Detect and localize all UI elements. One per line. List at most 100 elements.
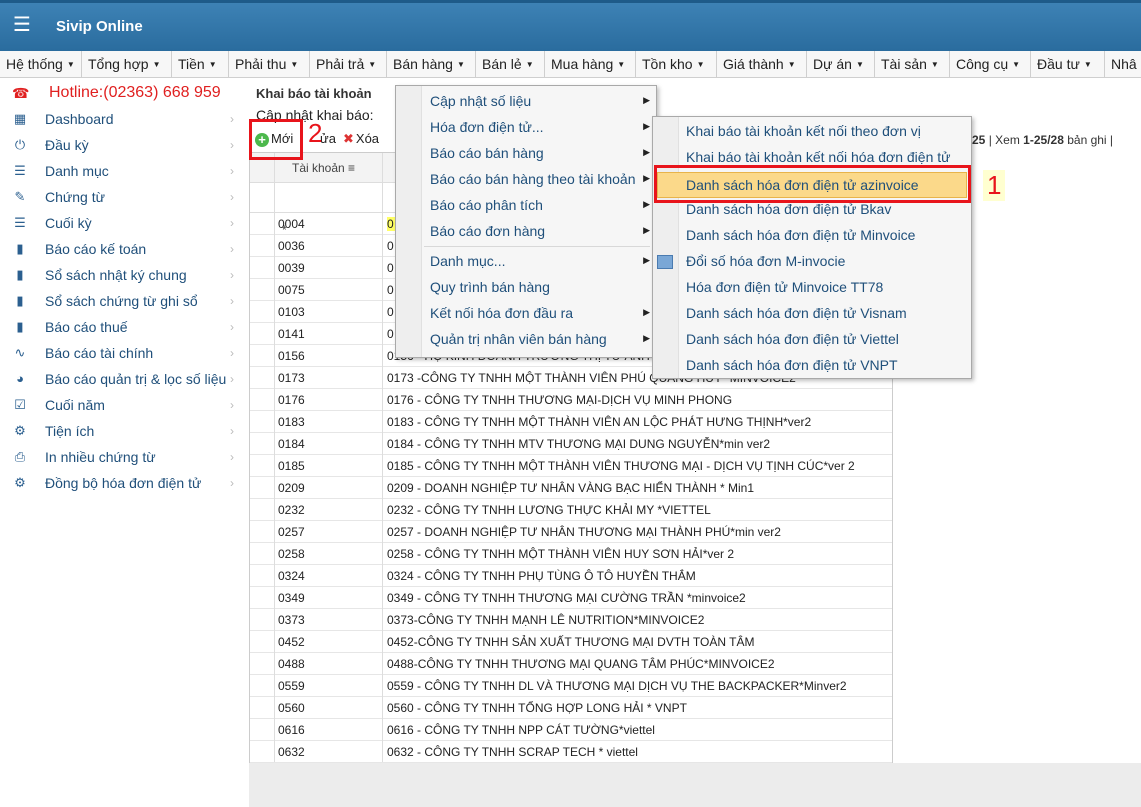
submenu-item-4[interactable]: Danh sách hóa đơn điện tử Minvoice [653,223,971,249]
table-row[interactable]: 0452 0452-CÔNG TY TNHH SẢN XUẤT THƯƠNG MẠ… [250,631,892,653]
content-background [249,763,1141,807]
submenu-arrow-icon: ▶ [643,95,650,105]
dropdown-item-3[interactable]: Báo cáo bán hàng theo tài khoản ▶ [396,167,656,193]
dropdown-item-2[interactable]: Báo cáo bán hàng ▶ [396,141,656,167]
sidebar-item-8[interactable]: ▮ Báo cáo thuế › [0,314,246,340]
dropdown-item-5[interactable]: Báo cáo đơn hàng ▶ [396,219,656,245]
bar-chart-icon: ▮ [16,241,24,256]
checkbox-icon: ☑ [14,397,26,412]
menu-11[interactable]: Tài sản ▼ [874,51,939,77]
chevron-right-icon: › [230,346,234,360]
dropdown-item-9[interactable]: Quản trị nhân viên bán hàng ▶ [396,327,656,353]
caret-down-icon: ▼ [208,60,217,69]
submenu-item-9[interactable]: Danh sách hóa đơn điện tử VNPT [653,353,971,379]
table-row[interactable]: 0324 0324 - CÔNG TY TNHH PHỤ TÙNG Ô TÔ HU… [250,565,892,587]
dropdown-item-6[interactable]: Danh mục... ▶ [396,249,656,275]
table-row[interactable]: 0632 0632 - CÔNG TY TNHH SCRAP TECH * vie… [250,741,892,763]
highlight-box-new [249,119,303,160]
sidebar-item-10[interactable]: ◕ Báo cáo quản trị & lọc số liệu › [0,366,246,392]
menu-0[interactable]: Hệ thống ▼ [0,51,75,77]
sidebar-item-7[interactable]: ▮ Sổ sách chứng từ ghi sổ › [0,288,246,314]
sidebar-item-14[interactable]: ⚙ Đồng bộ hóa đơn điện tử › [0,470,246,496]
table-row[interactable]: 0349 0349 - CÔNG TY TNHH THƯƠNG MẠI CƯỜNG… [250,587,892,609]
menu-2[interactable]: Tiền ▼ [171,51,217,77]
cell-account-code: 0184 [278,437,305,451]
table-row[interactable]: 0258 0258 - CÔNG TY TNHH MỘT THÀNH VIÊN H… [250,543,892,565]
table-row[interactable]: 0560 0560 - CÔNG TY TNHH TỔNG HỢP LONG HẢ… [250,697,892,719]
sidebar-item-6[interactable]: ▮ Sổ sách nhật ký chung › [0,262,246,288]
menu-3[interactable]: Phải thu ▼ [228,51,298,77]
submenu-item-6[interactable]: Hóa đơn điện tử Minvoice TT78 [653,275,971,301]
menu-10[interactable]: Dự án ▼ [806,51,864,77]
table-row[interactable]: 0176 0176 - CÔNG TY TNHH THƯƠNG MẠI-DỊCH … [250,389,892,411]
chevron-right-icon: › [230,216,234,230]
menu-6[interactable]: Bán lẻ ▼ [475,51,534,77]
submenu-item-0[interactable]: Khai báo tài khoản kết nối theo đơn vị [653,119,971,145]
chevron-right-icon: › [230,112,234,126]
menu-7[interactable]: Mua hàng ▼ [544,51,625,77]
annotation-1: 1 [983,170,1006,201]
table-row[interactable]: 0257 0257 - DOANH NGHIỆP TƯ NHÂN THƯƠNG M… [250,521,892,543]
dropdown-item-7[interactable]: Quy trình bán hàng [396,275,656,301]
sidebar-item-13[interactable]: ⎙ In nhiều chứng từ › [0,444,246,470]
sidebar-item-0[interactable]: ▦ Dashboard › [0,106,246,132]
table-row[interactable]: 0185 0185 - CÔNG TY TNHH MỘT THÀNH VIÊN T… [250,455,892,477]
pager-page-size[interactable]: 25 [972,133,985,147]
table-row[interactable]: 0488 0488-CÔNG TY TNHH THƯƠNG MẠI QUANG T… [250,653,892,675]
table-row[interactable]: 0616 0616 - CÔNG TY TNHH NPP CÁT TƯỜNG*vi… [250,719,892,741]
dropdown-item-label: Cập nhật số liệu [430,93,532,109]
delete-button[interactable]: ✖ Xóa [343,128,379,150]
hamburger-menu-icon[interactable]: ☰ [13,15,35,37]
table-row[interactable]: 0209 0209 - DOANH NGHIỆP TƯ NHÂN VÀNG BẠC… [250,477,892,499]
dropdown-item-1[interactable]: Hóa đơn điện tử... ▶ [396,115,656,141]
dropdown-item-0[interactable]: Cập nhật số liệu ▶ [396,89,656,115]
table-row[interactable]: 0183 0183 - CÔNG TY TNHH MỘT THÀNH VIÊN A… [250,411,892,433]
chevron-right-icon: › [230,190,234,204]
submenu-arrow-icon: ▶ [643,173,650,183]
dropdown-item-4[interactable]: Báo cáo phân tích ▶ [396,193,656,219]
sidebar-item-3[interactable]: ✎ Chứng từ › [0,184,246,210]
menu-13[interactable]: Đầu tư ▼ [1030,51,1092,77]
menu-1[interactable]: Tổng hợp ▼ [81,51,160,77]
chevron-right-icon: › [230,268,234,282]
delete-button-label: Xóa [355,131,380,146]
menu-label: Tồn kho [642,56,693,72]
sidebar-item-9[interactable]: ∿ Báo cáo tài chính › [0,340,246,366]
sidebar-item-label: Dashboard [45,111,114,127]
cell-account-code: 0488 [278,657,305,671]
table-row[interactable]: 0232 0232 - CÔNG TY TNHH LƯƠNG THỰC KHẢI … [250,499,892,521]
submenu-item-8[interactable]: Danh sách hóa đơn điện tử Viettel [653,327,971,353]
sidebar-item-label: Sổ sách chứng từ ghi sổ [45,293,198,309]
submenu-item-label: Khai báo tài khoản kết nối theo đơn vị [686,123,921,139]
sidebar-item-4[interactable]: ☰ Cuối kỳ › [0,210,246,236]
cell-account-code: 0560 [278,701,305,715]
table-row[interactable]: 0184 0184 - CÔNG TY TNHH MTV THƯƠNG MẠI D… [250,433,892,455]
table-row[interactable]: 0373 0373-CÔNG TY TNHH MẠNH LÊ NUTRITION*… [250,609,892,631]
submenu-arrow-icon: ▶ [643,225,650,235]
cell-account-code: 0185 [278,459,305,473]
menu-12[interactable]: Công cụ ▼ [949,51,1020,77]
dropdown-item-8[interactable]: Kết nối hóa đơn đầu ra ▶ [396,301,656,327]
menu-8[interactable]: Tồn kho ▼ [635,51,705,77]
column-header-account[interactable]: Tài khoản ≡ [292,161,355,175]
table-row[interactable]: 0559 0559 - CÔNG TY TNHH DL VÀ THƯƠNG MẠI… [250,675,892,697]
dropdown-item-label: Báo cáo bán hàng theo tài khoản [430,171,636,187]
sidebar-item-5[interactable]: ▮ Báo cáo kế toán › [0,236,246,262]
submenu-arrow-icon: ▶ [643,147,650,157]
sidebar-item-label: Đồng bộ hóa đơn điện tử [45,475,202,491]
menu-4[interactable]: Phải trả ▼ [309,51,376,77]
sidebar-item-1[interactable]: ⏻ Đầu kỳ › [0,132,246,158]
menu-5[interactable]: Bán hàng ▼ [386,51,465,77]
menu-9[interactable]: Giá thành ▼ [716,51,796,77]
sidebar-item-11[interactable]: ☑ Cuối năm › [0,392,246,418]
caret-down-icon: ▼ [1012,60,1021,69]
caret-down-icon: ▼ [1083,60,1092,69]
menu-14[interactable]: Nhâ [1104,51,1137,77]
cell-account-name: 0559 - CÔNG TY TNHH DL VÀ THƯƠNG MẠI DỊC… [387,679,847,693]
submenu-item-5[interactable]: Đổi số hóa đơn M-invocie [653,249,971,275]
gear-icon: ⚙ [14,423,26,438]
submenu-item-7[interactable]: Danh sách hóa đơn điện tử Visnam [653,301,971,327]
menu-label: Hệ thống [6,56,63,72]
sidebar-item-2[interactable]: ☰ Danh mục › [0,158,246,184]
sidebar-item-12[interactable]: ⚙ Tiện ích › [0,418,246,444]
